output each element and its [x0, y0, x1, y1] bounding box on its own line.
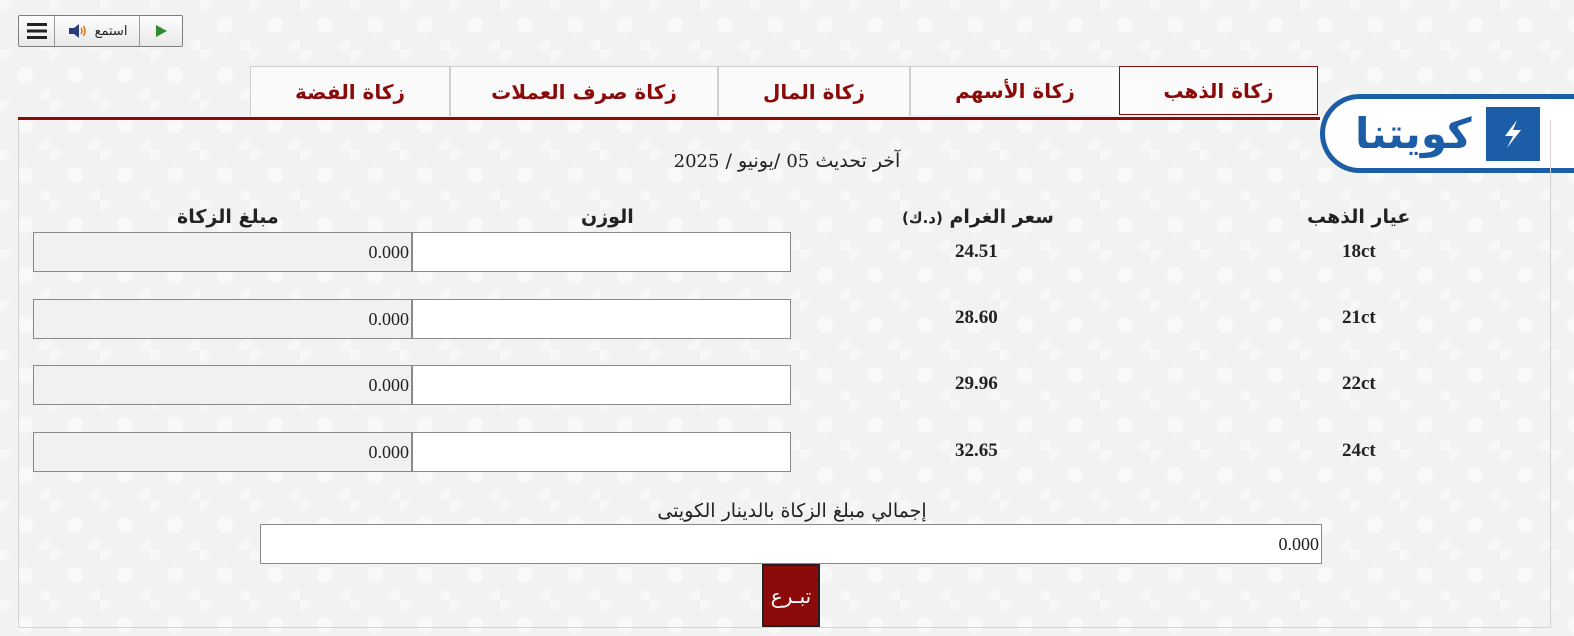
tab-money-zakat[interactable]: زكاة المال [718, 66, 910, 116]
donate-button[interactable]: تبـرع [762, 564, 820, 627]
speaker-icon [68, 24, 86, 38]
header-zakat: مبلغ الزكاة [177, 206, 279, 228]
price-cell: 29.96 [955, 373, 998, 394]
weight-input[interactable] [412, 432, 791, 472]
tab-silver-zakat[interactable]: زكاة الفضة [250, 66, 450, 116]
tab-label: زكاة الذهب [1163, 78, 1274, 103]
updated-prefix: آخر تحديث [815, 150, 901, 172]
tab-label: زكاة الأسهم [955, 79, 1075, 103]
listen-toolbar: استمع [18, 15, 183, 47]
hamburger-icon [26, 23, 47, 39]
tab-gold-zakat[interactable]: زكاة الذهب [1119, 66, 1318, 115]
weight-input[interactable] [412, 299, 791, 339]
updated-month: /يونيو / [725, 150, 781, 172]
tab-currency-exchange-zakat[interactable]: زكاة صرف العملات [450, 66, 718, 116]
price-cell: 32.65 [955, 440, 998, 461]
zakat-amount-field: 0.000 [33, 432, 412, 472]
zakat-amount-field: 0.000 [33, 365, 412, 405]
updated-year: 2025 [673, 151, 720, 172]
play-icon [156, 25, 167, 37]
zakat-amount-field: 0.000 [33, 299, 412, 339]
tab-label: زكاة المال [762, 79, 866, 104]
tab-label: زكاة الفضة [294, 79, 406, 104]
total-label: إجمالي مبلغ الزكاة بالدينار الكويتى [657, 500, 927, 522]
price-cell: 28.60 [955, 307, 998, 328]
menu-button[interactable] [19, 16, 55, 46]
header-price: سعر الغرام (د.ك) [902, 206, 1054, 228]
play-button[interactable] [140, 16, 182, 46]
karat-cell: 21ct [1342, 307, 1376, 328]
karat-cell: 24ct [1342, 440, 1376, 461]
header-karat: عيار الذهب [1307, 206, 1411, 228]
zakat-tabs: زكاة الفضة زكاة صرف العملات زكاة المال ز… [250, 66, 1318, 116]
weight-input[interactable] [412, 365, 791, 405]
total-zakat-field: 0.000 [260, 524, 1322, 564]
karat-cell: 22ct [1342, 373, 1376, 394]
header-price-unit: (د.ك) [902, 209, 943, 227]
listen-label: استمع [94, 23, 128, 39]
header-weight: الوزن [581, 206, 634, 228]
last-updated: آخر تحديث 05 /يونيو / 2025 [0, 150, 1574, 172]
tab-stocks-zakat[interactable]: زكاة الأسهم [910, 66, 1120, 115]
header-price-label: سعر الغرام [949, 206, 1054, 228]
zakat-amount-field: 0.000 [33, 232, 412, 272]
updated-day: 05 [786, 151, 810, 172]
karat-cell: 18ct [1342, 241, 1376, 262]
tab-label: زكاة صرف العملات [491, 79, 677, 104]
listen-button[interactable]: استمع [55, 16, 140, 46]
price-cell: 24.51 [955, 241, 998, 262]
weight-input[interactable] [412, 232, 791, 272]
